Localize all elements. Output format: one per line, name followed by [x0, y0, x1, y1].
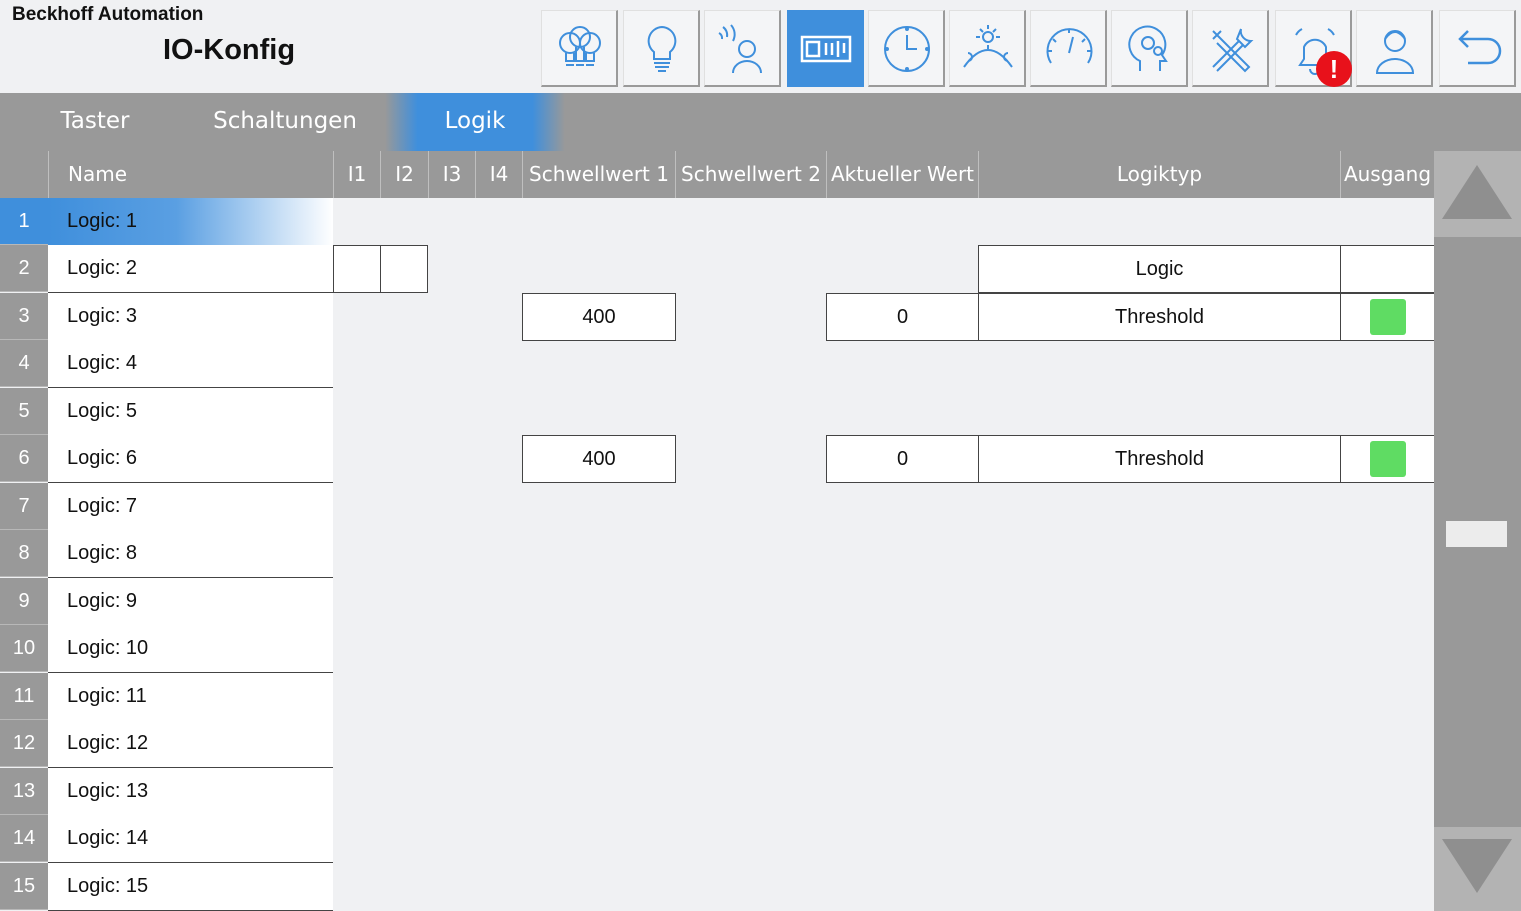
- row-name-cell[interactable]: Logic: 9: [48, 578, 333, 626]
- nav-button-back[interactable]: [1439, 10, 1516, 87]
- row-number: 8: [0, 530, 48, 577]
- threshold1-cell[interactable]: 400: [522, 293, 676, 341]
- gauge-icon: [1046, 28, 1093, 64]
- tools-icon: [1212, 28, 1254, 73]
- user-icon: [1375, 30, 1415, 74]
- app-window: Beckhoff Automation IO-Konfig ! Taster S…: [0, 0, 1521, 911]
- triangle-down-icon: [1442, 839, 1512, 893]
- nav-button-tools[interactable]: [1192, 10, 1269, 87]
- row-number: 5: [0, 388, 48, 435]
- threshold1-cell[interactable]: 400: [522, 435, 676, 483]
- nav-button-presence[interactable]: [704, 10, 781, 87]
- row-name-cell[interactable]: Logic: 5: [48, 388, 333, 436]
- daylight-icon: [963, 25, 1013, 68]
- output-cell: [1340, 293, 1434, 341]
- page-title: IO-Konfig: [163, 34, 296, 66]
- nav-button-clock[interactable]: [868, 10, 945, 87]
- scroll-down-button[interactable]: [1434, 827, 1521, 911]
- row-name-cell[interactable]: Logic: 1: [48, 198, 333, 246]
- bulbs-group-icon: [559, 26, 601, 66]
- row-name-cell[interactable]: Logic: 3: [48, 293, 333, 341]
- row-name-cell[interactable]: Logic: 12: [48, 720, 333, 768]
- presence-sensor-icon: [718, 24, 762, 74]
- current-value-cell: 0: [826, 293, 979, 341]
- column-header-output: Ausgang: [1340, 151, 1434, 198]
- column-header-i1: I1: [333, 151, 380, 198]
- column-header-i4: I4: [475, 151, 522, 198]
- row-number: 1: [0, 198, 48, 245]
- column-header-i2: I2: [380, 151, 428, 198]
- row-number: 12: [0, 720, 48, 767]
- row-name-cell[interactable]: Logic: 4: [48, 340, 333, 388]
- row-number: 9: [0, 578, 48, 625]
- back-arrow-icon: [1458, 30, 1502, 65]
- column-header-current-value: Aktueller Wert: [826, 151, 978, 198]
- alarm-badge: !: [1316, 51, 1352, 87]
- nav-button-io-config[interactable]: [787, 10, 864, 87]
- row-name-cell[interactable]: Logic: 11: [48, 673, 333, 721]
- table-header: Name I1 I2 I3 I4 Schwellwert 1 Schwellwe…: [0, 151, 1434, 198]
- row-number: 4: [0, 340, 48, 387]
- row-name-cell[interactable]: Logic: 14: [48, 815, 333, 863]
- nav-button-daylight[interactable]: [949, 10, 1026, 87]
- row-name-cell[interactable]: Logic: 15: [48, 863, 333, 911]
- input-i1-cell[interactable]: [333, 245, 381, 293]
- row-number: 13: [0, 768, 48, 815]
- clock-icon: [884, 26, 930, 72]
- row-name-cell[interactable]: Logic: 7: [48, 483, 333, 531]
- logic-type-cell[interactable]: Threshold: [978, 293, 1341, 341]
- row-name-cell[interactable]: Logic: 10: [48, 625, 333, 673]
- column-header-logic-type: Logiktyp: [978, 151, 1340, 198]
- row-number: 14: [0, 815, 48, 862]
- nav-button-gauge[interactable]: [1030, 10, 1107, 87]
- output-cell: [1340, 245, 1434, 293]
- logic-type-cell[interactable]: Logic: [978, 245, 1341, 293]
- row-number: 3: [0, 293, 48, 340]
- row-number: 7: [0, 483, 48, 530]
- triangle-up-icon: [1442, 165, 1512, 219]
- tab-logik[interactable]: Logik: [385, 93, 565, 151]
- output-indicator: [1370, 299, 1406, 335]
- row-number: 11: [0, 673, 48, 720]
- output-cell: [1340, 435, 1434, 483]
- row-name-cell[interactable]: Logic: 8: [48, 530, 333, 578]
- nav-button-head-gears[interactable]: [1111, 10, 1188, 87]
- head-gears-icon: [1128, 25, 1168, 71]
- nav-button-user[interactable]: [1356, 10, 1433, 87]
- row-name-cell[interactable]: Logic: 6: [48, 435, 333, 483]
- nav-button-bulbs-group[interactable]: [541, 10, 618, 87]
- column-header-name: Name: [48, 151, 333, 198]
- vertical-scrollbar[interactable]: [1434, 151, 1521, 911]
- io-config-icon: [800, 35, 852, 63]
- header-corner: [0, 151, 48, 198]
- output-indicator: [1370, 441, 1406, 477]
- tab-taster[interactable]: Taster: [30, 93, 160, 151]
- brand-label: Beckhoff Automation: [12, 4, 204, 25]
- current-value-cell: 0: [826, 435, 979, 483]
- input-i2-cell[interactable]: [380, 245, 428, 293]
- column-header-threshold1: Schwellwert 1: [522, 151, 675, 198]
- column-header-threshold2: Schwellwert 2: [675, 151, 826, 198]
- row-number: 15: [0, 863, 48, 910]
- nav-button-alarm[interactable]: !: [1275, 10, 1352, 87]
- nav-button-bulb[interactable]: [623, 10, 700, 87]
- tab-bar: Taster Schaltungen Logik: [0, 93, 1521, 151]
- bulb-icon: [647, 25, 677, 72]
- logic-type-cell[interactable]: Threshold: [978, 435, 1341, 483]
- scroll-up-button[interactable]: [1434, 151, 1521, 237]
- row-name-cell[interactable]: Logic: 2: [48, 245, 333, 293]
- row-number: 2: [0, 245, 48, 292]
- column-header-i3: I3: [428, 151, 475, 198]
- scroll-thumb[interactable]: [1446, 521, 1507, 547]
- row-name-cell[interactable]: Logic: 13: [48, 768, 333, 816]
- tab-schaltungen[interactable]: Schaltungen: [200, 93, 370, 151]
- row-number: 10: [0, 625, 48, 672]
- row-number: 6: [0, 435, 48, 482]
- header: Beckhoff Automation IO-Konfig !: [0, 0, 1521, 93]
